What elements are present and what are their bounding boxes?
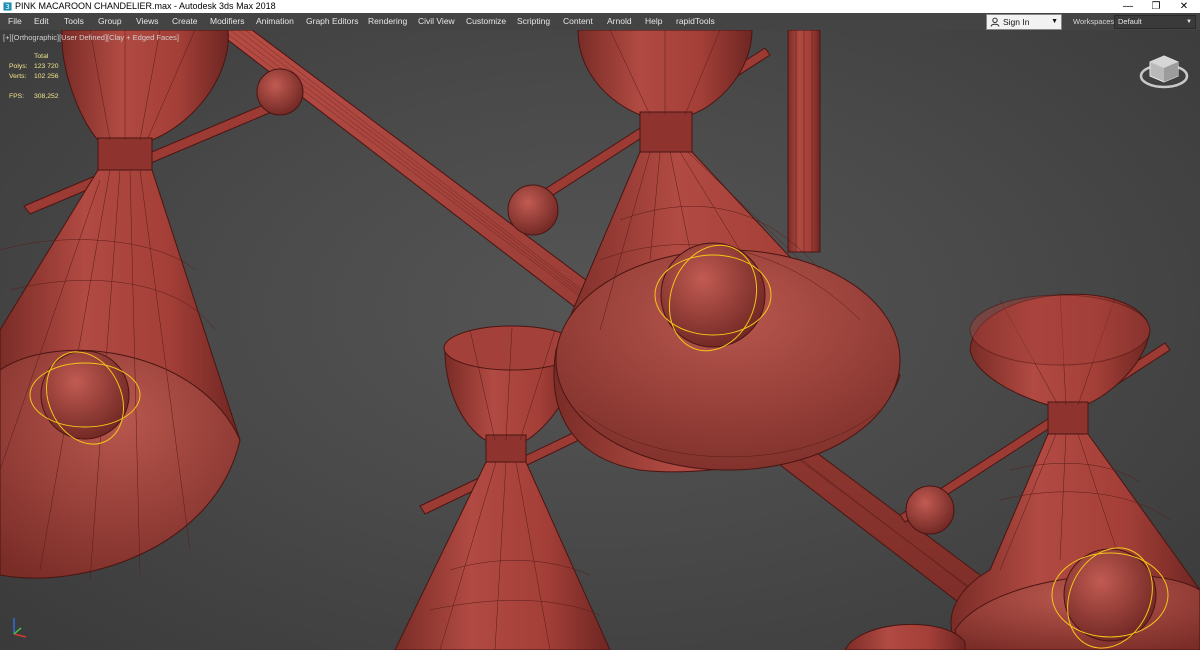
- viewport-label[interactable]: [+][Orthographic][User Defined][Clay + E…: [3, 33, 179, 42]
- menu-civil-view[interactable]: Civil View: [418, 13, 455, 30]
- app-icon: 3: [3, 2, 12, 11]
- menu-create[interactable]: Create: [172, 13, 198, 30]
- window-title: PINK MACAROON CHANDELIER.max - Autodesk …: [15, 1, 276, 11]
- fps-value: 308,252: [34, 93, 59, 100]
- vertical-rod[interactable]: [787, 30, 821, 253]
- menu-customize[interactable]: Customize: [466, 13, 506, 30]
- menu-file[interactable]: File: [8, 13, 22, 30]
- verts-value: 102 256: [34, 73, 59, 80]
- viewcube-icon[interactable]: [1138, 50, 1190, 90]
- minimize-button[interactable]: —: [1115, 0, 1141, 13]
- menu-arnold[interactable]: Arnold: [607, 13, 632, 30]
- title-bar: 3 PINK MACAROON CHANDELIER.max - Autodes…: [0, 0, 1200, 13]
- viewport-shading-label[interactable]: [Clay + Edged Faces]: [107, 33, 179, 42]
- workspaces-select[interactable]: Default ▼: [1114, 15, 1196, 29]
- menu-rendering[interactable]: Rendering: [368, 13, 407, 30]
- viewport-standard-label[interactable]: [User Defined]: [59, 33, 107, 42]
- menu-rapidtools[interactable]: rapidTools: [676, 13, 715, 30]
- svg-text:3: 3: [5, 2, 10, 11]
- menu-content[interactable]: Content: [563, 13, 593, 30]
- polys-label: Polys:: [9, 63, 28, 70]
- chevron-down-icon: ▼: [1051, 18, 1058, 25]
- statistics-overlay: Total Polys: 123 720 Verts: 102 256 FPS: 30…: [9, 52, 79, 102]
- close-button[interactable]: ✕: [1171, 0, 1197, 13]
- verts-label: Verts:: [9, 73, 27, 80]
- lamp-shade-left[interactable]: [0, 30, 247, 590]
- viewport-menu-plus[interactable]: [+]: [3, 33, 12, 42]
- menu-bar: File Edit Tools Group Views Create Modif…: [0, 13, 1200, 30]
- menu-tools[interactable]: Tools: [64, 13, 84, 30]
- perspective-viewport[interactable]: [+][Orthographic][User Defined][Clay + E…: [0, 30, 1200, 650]
- app-window: 3 PINK MACAROON CHANDELIER.max - Autodes…: [0, 0, 1200, 650]
- workspace-value: Default: [1118, 17, 1142, 26]
- user-icon: [990, 17, 1000, 27]
- menu-views[interactable]: Views: [136, 13, 159, 30]
- menu-group[interactable]: Group: [98, 13, 122, 30]
- menu-graph-editors[interactable]: Graph Editors: [306, 13, 358, 30]
- menu-edit[interactable]: Edit: [34, 13, 49, 30]
- axis-tripod-icon: [13, 618, 27, 638]
- menu-modifiers[interactable]: Modifiers: [210, 13, 244, 30]
- polys-value: 123 720: [34, 63, 59, 70]
- sign-in-dropdown[interactable]: Sign In ▼: [986, 14, 1062, 30]
- workspaces-label: Workspaces:: [1073, 17, 1117, 26]
- menu-scripting[interactable]: Scripting: [517, 13, 550, 30]
- restore-button[interactable]: ❐: [1143, 0, 1169, 13]
- chevron-down-icon: ▼: [1186, 19, 1192, 25]
- lamp-shade-center[interactable]: [553, 30, 901, 473]
- fps-label: FPS:: [9, 93, 25, 100]
- menu-help[interactable]: Help: [645, 13, 662, 30]
- scene-render[interactable]: [0, 30, 1200, 650]
- stats-header: Total: [34, 53, 49, 60]
- sign-in-label: Sign In: [1003, 17, 1030, 27]
- viewport-pov-label[interactable]: [Orthographic]: [12, 33, 60, 42]
- menu-animation[interactable]: Animation: [256, 13, 294, 30]
